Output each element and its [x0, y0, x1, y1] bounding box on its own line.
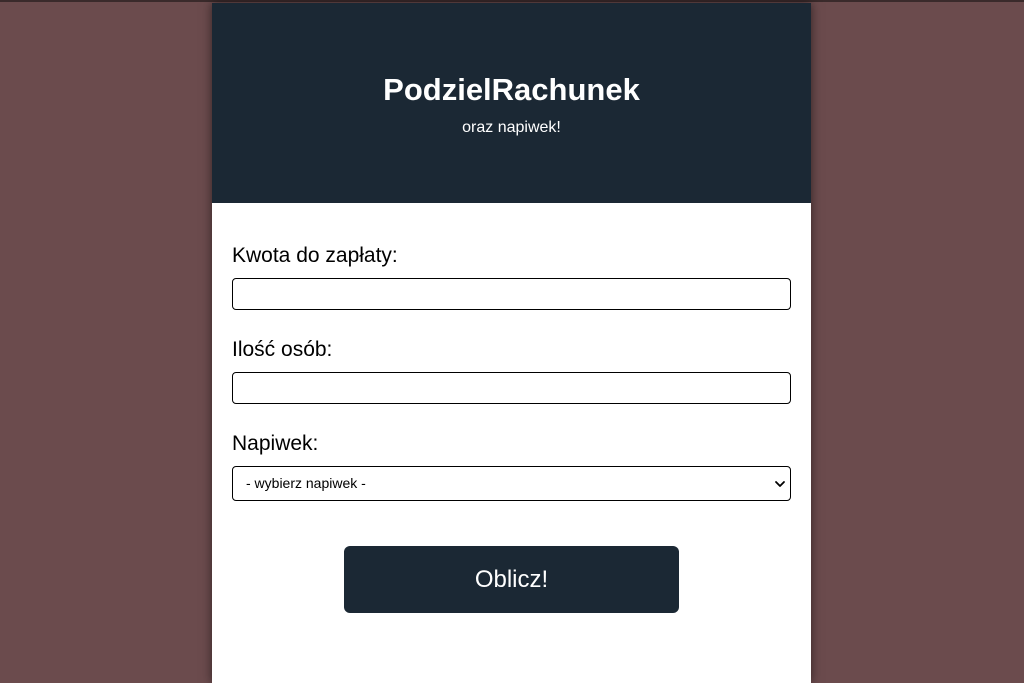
app-title: PodzielRachunek — [383, 72, 640, 107]
app-subtitle: oraz napiwek! — [462, 119, 561, 136]
split-form: Kwota do zapłaty: Ilość osób: Napiwek: -… — [212, 203, 811, 613]
tip-select[interactable]: - wybierz napiwek - — [232, 466, 791, 501]
tip-label: Napiwek: — [232, 432, 319, 455]
amount-input[interactable] — [232, 278, 791, 310]
chevron-down-icon — [775, 481, 785, 487]
calculator-card: PodzielRachunek oraz napiwek! Kwota do z… — [212, 3, 811, 683]
people-input[interactable] — [232, 372, 791, 404]
amount-label: Kwota do zapłaty: — [232, 244, 398, 267]
submit-wrap: Oblicz! — [232, 546, 791, 613]
tip-select-value: - wybierz napiwek - — [246, 475, 366, 491]
top-border — [0, 0, 1024, 2]
calculate-button[interactable]: Oblicz! — [344, 546, 679, 613]
people-label: Ilość osób: — [232, 338, 333, 361]
header: PodzielRachunek oraz napiwek! — [212, 3, 811, 203]
